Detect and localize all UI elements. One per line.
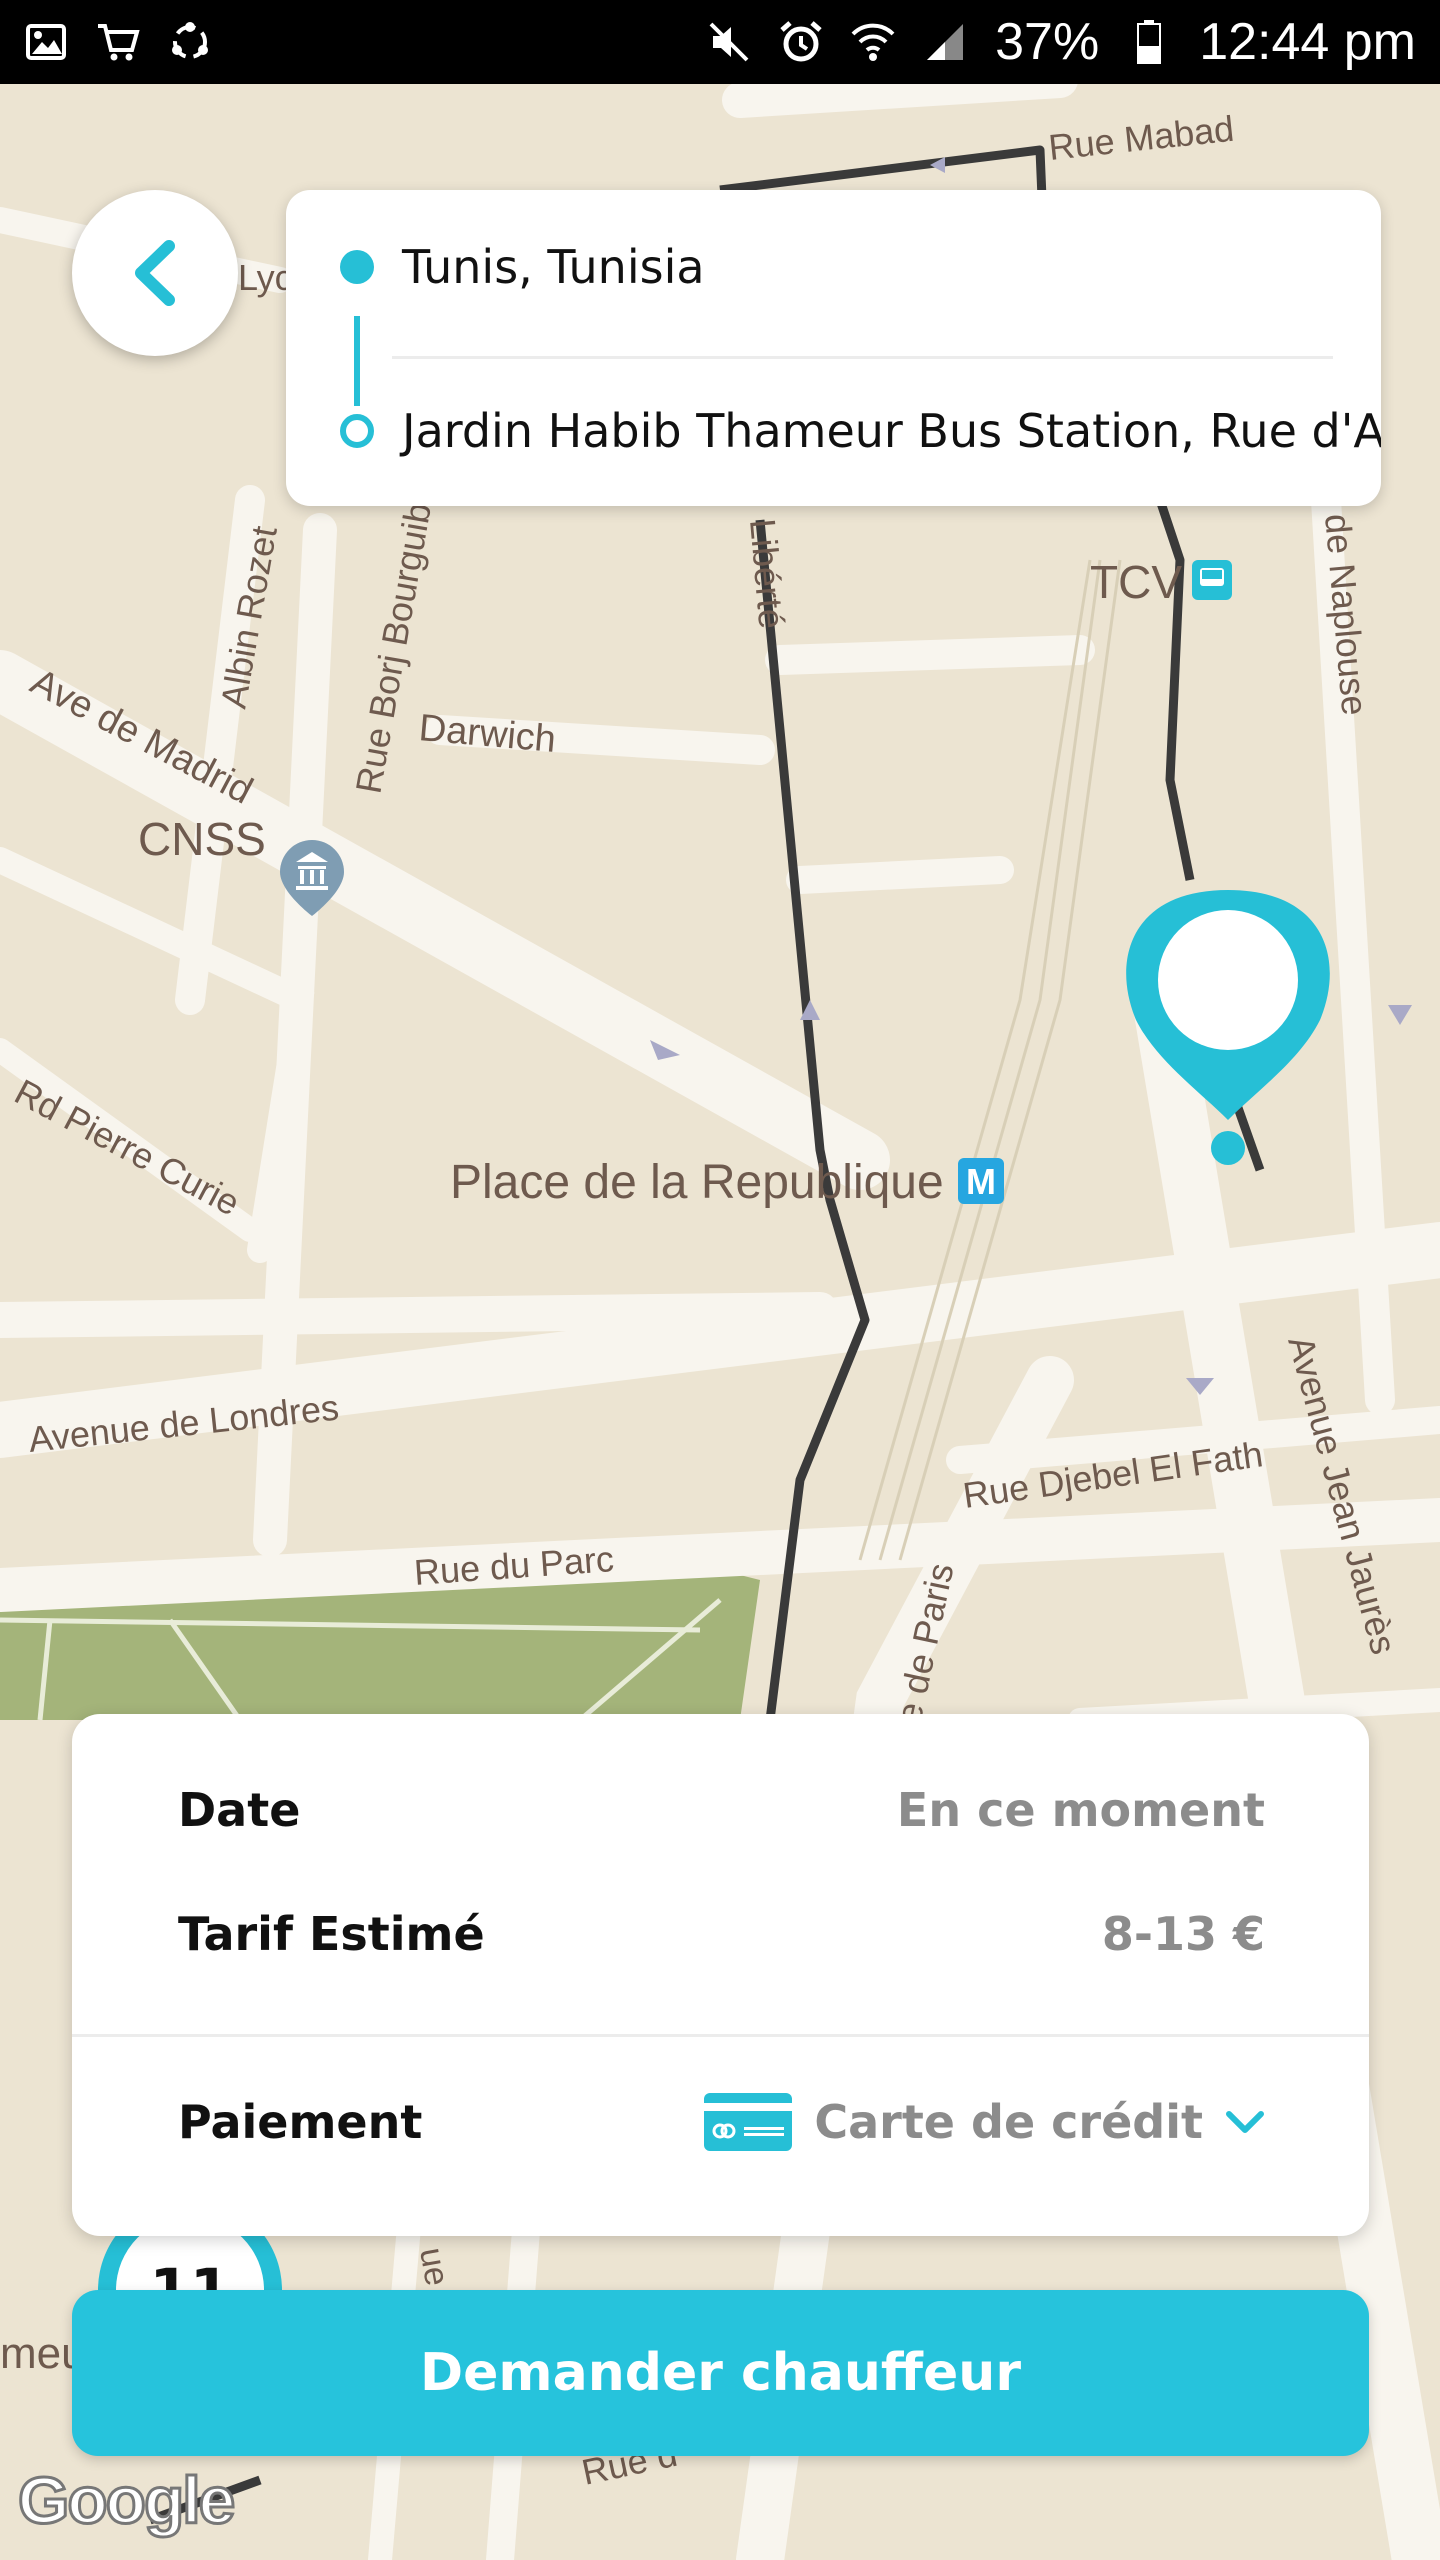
booking-divider — [72, 2034, 1369, 2037]
metro-letter: M — [966, 1161, 996, 1202]
request-driver-label: Demander chauffeur — [420, 2343, 1021, 2403]
route-card: Tunis, Tunisia Jardin Habib Thameur Bus … — [286, 190, 1381, 506]
origin-text: Tunis, Tunisia — [402, 240, 705, 294]
battery-icon — [1127, 20, 1171, 64]
cart-icon — [96, 20, 140, 64]
status-bar: 37% 12:44 pm — [0, 0, 1440, 84]
payment-selector[interactable]: Carte de crédit — [704, 2093, 1265, 2151]
battery-percent: 37% — [995, 13, 1100, 71]
payment-row[interactable]: Paiement Carte de crédit — [178, 2072, 1265, 2172]
destination-row[interactable]: Jardin Habib Thameur Bus Station, Rue d'… — [286, 376, 1381, 486]
date-label: Date — [178, 1783, 301, 1837]
mute-icon — [707, 20, 751, 64]
chevron-down-icon — [1226, 2111, 1264, 2133]
bus-icon — [1192, 560, 1232, 600]
fare-row: Tarif Estimé 8-13 € — [178, 1884, 1265, 1984]
image-icon — [24, 20, 68, 64]
metro-icon: M — [958, 1158, 1004, 1204]
poi-label-place-republique: Place de la Republique — [450, 1156, 944, 1209]
status-bar-left — [24, 20, 212, 64]
back-button[interactable] — [72, 190, 238, 356]
payment-value: Carte de crédit — [814, 2095, 1203, 2149]
wifi-icon — [851, 20, 895, 64]
route-divider — [392, 356, 1333, 359]
status-bar-right: 37% 12:44 pm — [707, 12, 1416, 72]
google-logo: Google — [16, 2462, 236, 2539]
clock: 12:44 pm — [1199, 13, 1416, 71]
alarm-icon — [779, 20, 823, 64]
destination-text: Jardin Habib Thameur Bus Station, Rue d'… — [402, 404, 1381, 458]
street-label-lyc: Lyc — [238, 257, 293, 298]
date-row[interactable]: Date En ce moment — [178, 1760, 1265, 1860]
date-value: En ce moment — [896, 1783, 1265, 1837]
request-driver-button[interactable]: Demander chauffeur — [72, 2290, 1369, 2456]
credit-card-icon — [704, 2093, 793, 2151]
chevron-left-icon — [135, 240, 175, 306]
destination-dot-icon — [340, 414, 374, 448]
sync-icon — [168, 20, 212, 64]
poi-label-tcv: TCV — [1090, 556, 1182, 608]
fare-label: Tarif Estimé — [178, 1907, 485, 1961]
booking-card: Date En ce moment Tarif Estimé 8-13 € Pa… — [72, 1714, 1369, 2236]
payment-label: Paiement — [178, 2095, 423, 2149]
origin-dot-icon — [340, 250, 374, 284]
origin-row[interactable]: Tunis, Tunisia — [286, 212, 1381, 322]
signal-icon — [923, 20, 967, 64]
fare-value: 8-13 € — [1101, 1907, 1265, 1961]
poi-label-cnss: CNSS — [138, 813, 266, 865]
